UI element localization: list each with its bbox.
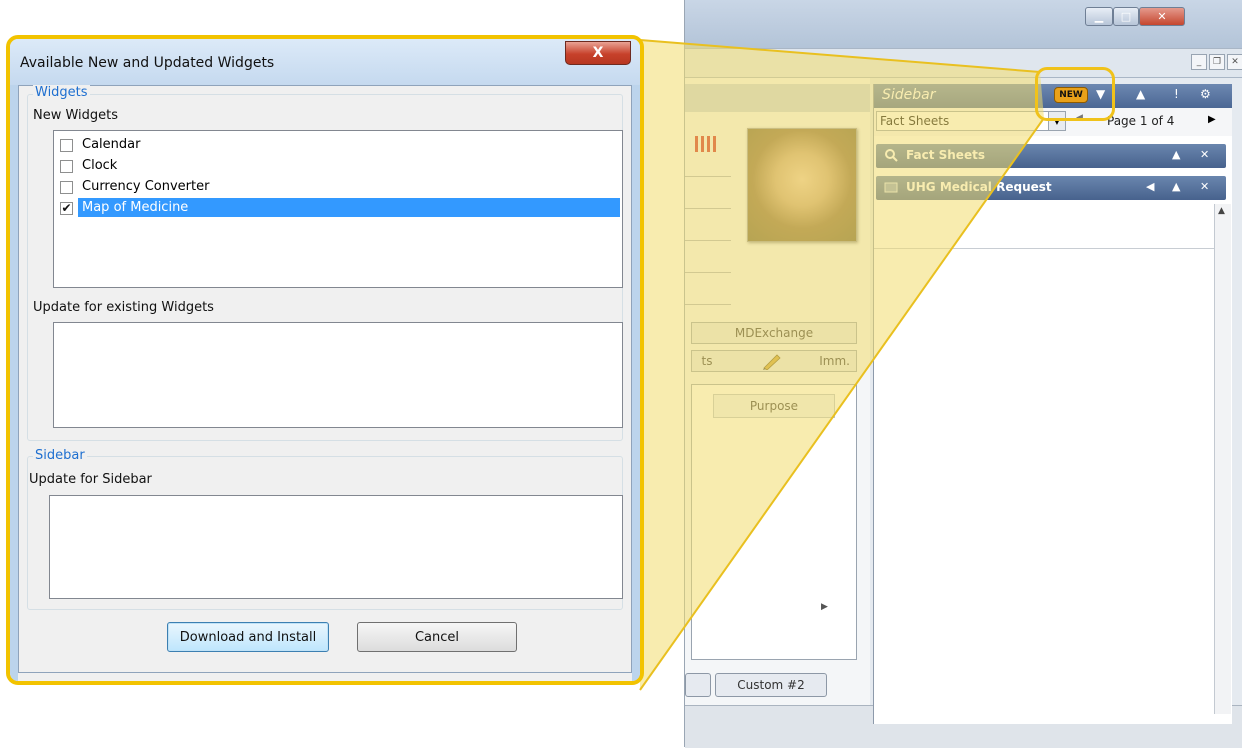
triangle-left-icon[interactable]: ◀: [1146, 180, 1154, 193]
mdi-restore-button[interactable]: ❐: [1209, 54, 1225, 70]
new-widgets-label: New Widgets: [33, 108, 119, 123]
section-label: Fact Sheets: [906, 148, 985, 162]
pin-icon[interactable]: !: [1174, 87, 1179, 101]
list-item-label: Calendar: [82, 137, 141, 152]
sidebar-scrollbar[interactable]: ▲: [1214, 204, 1231, 714]
triangle-up-icon[interactable]: ▲: [1136, 87, 1145, 101]
window-close-button[interactable]: ✕: [1139, 7, 1185, 26]
update-existing-list[interactable]: [53, 322, 623, 428]
divider: [874, 248, 1214, 249]
sidebar-panel: Sidebar NEW ▼ ▲ ! ⚙ Fact Sheets ▼ ◀ Page…: [873, 84, 1232, 724]
list-item-label: Map of Medicine: [78, 198, 620, 217]
tab-fragment[interactable]: ts: [692, 354, 722, 368]
page-indicator: Page 1 of 4: [1107, 114, 1175, 128]
close-icon: X: [592, 45, 604, 61]
background-app-window: ▁ □ ✕ _ ❐ ✕ MDExchange ts Imm. Purpose ▶…: [684, 0, 1242, 748]
form-line: [685, 240, 731, 241]
list-item[interactable]: Currency Converter: [58, 177, 620, 197]
list-item[interactable]: Calendar: [58, 135, 620, 155]
tab-imm[interactable]: Imm.: [810, 354, 850, 368]
app-toolbar: [685, 48, 1242, 78]
collapse-icon[interactable]: ▲: [1172, 180, 1180, 193]
scroll-up-icon[interactable]: ▲: [1218, 206, 1225, 216]
update-existing-label: Update for existing Widgets: [33, 300, 214, 315]
scroll-right-icon[interactable]: ▶: [821, 602, 828, 612]
tab-custom-2[interactable]: Custom #2: [715, 673, 827, 697]
close-icon[interactable]: ✕: [1200, 148, 1209, 161]
sidebar-category-value: Fact Sheets: [880, 114, 950, 128]
patient-photo: [747, 128, 857, 242]
checkbox[interactable]: [60, 160, 73, 173]
dialog-title-bar: Available New and Updated Widgets X: [10, 39, 640, 85]
search-icon: [884, 148, 898, 162]
list-item[interactable]: Clock: [58, 156, 620, 176]
sidebar-title: Sidebar: [882, 87, 936, 103]
bottom-tab-previous[interactable]: [685, 673, 711, 697]
update-sidebar-label: Update for Sidebar: [29, 472, 152, 487]
checkbox[interactable]: [60, 139, 73, 152]
download-install-button[interactable]: Download and Install: [167, 622, 329, 652]
alert-marker-icon: [695, 136, 719, 152]
list-item-label: Clock: [82, 158, 118, 173]
form-line: [685, 272, 731, 273]
update-sidebar-list[interactable]: [49, 495, 623, 599]
form-line: [685, 176, 731, 177]
pen-icon[interactable]: [752, 351, 792, 371]
maximize-button[interactable]: □: [1113, 7, 1139, 26]
collapse-icon[interactable]: ▲: [1172, 148, 1180, 161]
form-line: [685, 208, 731, 209]
widgets-legend: Widgets: [33, 85, 90, 100]
widget-icon: [884, 180, 898, 194]
dialog-body: Widgets New Widgets Calendar Clock Curre…: [18, 85, 632, 673]
list-item-label: Currency Converter: [82, 179, 210, 194]
tab-mdexchange[interactable]: MDExchange: [691, 322, 857, 344]
form-line: [685, 304, 731, 305]
dialog-close-button[interactable]: X: [565, 41, 631, 65]
next-page-icon[interactable]: ▶: [1208, 114, 1216, 125]
sidebar-section-uhg-medical-request[interactable]: UHG Medical Request ◀ ▲ ✕: [876, 176, 1226, 200]
patient-panel-header: [685, 84, 870, 112]
sidebar-legend: Sidebar: [33, 448, 87, 463]
tab-row-secondary: ts Imm.: [691, 350, 857, 372]
grid-column-purpose[interactable]: Purpose: [713, 394, 835, 418]
highlight-ring: [1035, 67, 1115, 121]
close-icon[interactable]: ✕: [1200, 180, 1209, 193]
widgets-dialog: Available New and Updated Widgets X Widg…: [6, 35, 644, 685]
list-item-selected[interactable]: ✔ Map of Medicine: [58, 198, 620, 218]
mdi-minimize-button[interactable]: _: [1191, 54, 1207, 70]
checkbox[interactable]: [60, 181, 73, 194]
dialog-title: Available New and Updated Widgets: [20, 55, 275, 71]
cancel-button[interactable]: Cancel: [357, 622, 517, 652]
data-grid[interactable]: [691, 384, 857, 660]
new-widgets-list[interactable]: Calendar Clock Currency Converter ✔ Map …: [53, 130, 623, 288]
section-label: UHG Medical Request: [906, 180, 1052, 194]
sidebar-section-fact-sheets[interactable]: Fact Sheets ▲ ✕: [876, 144, 1226, 168]
checkbox-checked[interactable]: ✔: [60, 202, 73, 215]
minimize-button[interactable]: ▁: [1085, 7, 1113, 26]
gear-icon[interactable]: ⚙: [1200, 87, 1211, 101]
mdi-close-button[interactable]: ✕: [1227, 54, 1242, 70]
